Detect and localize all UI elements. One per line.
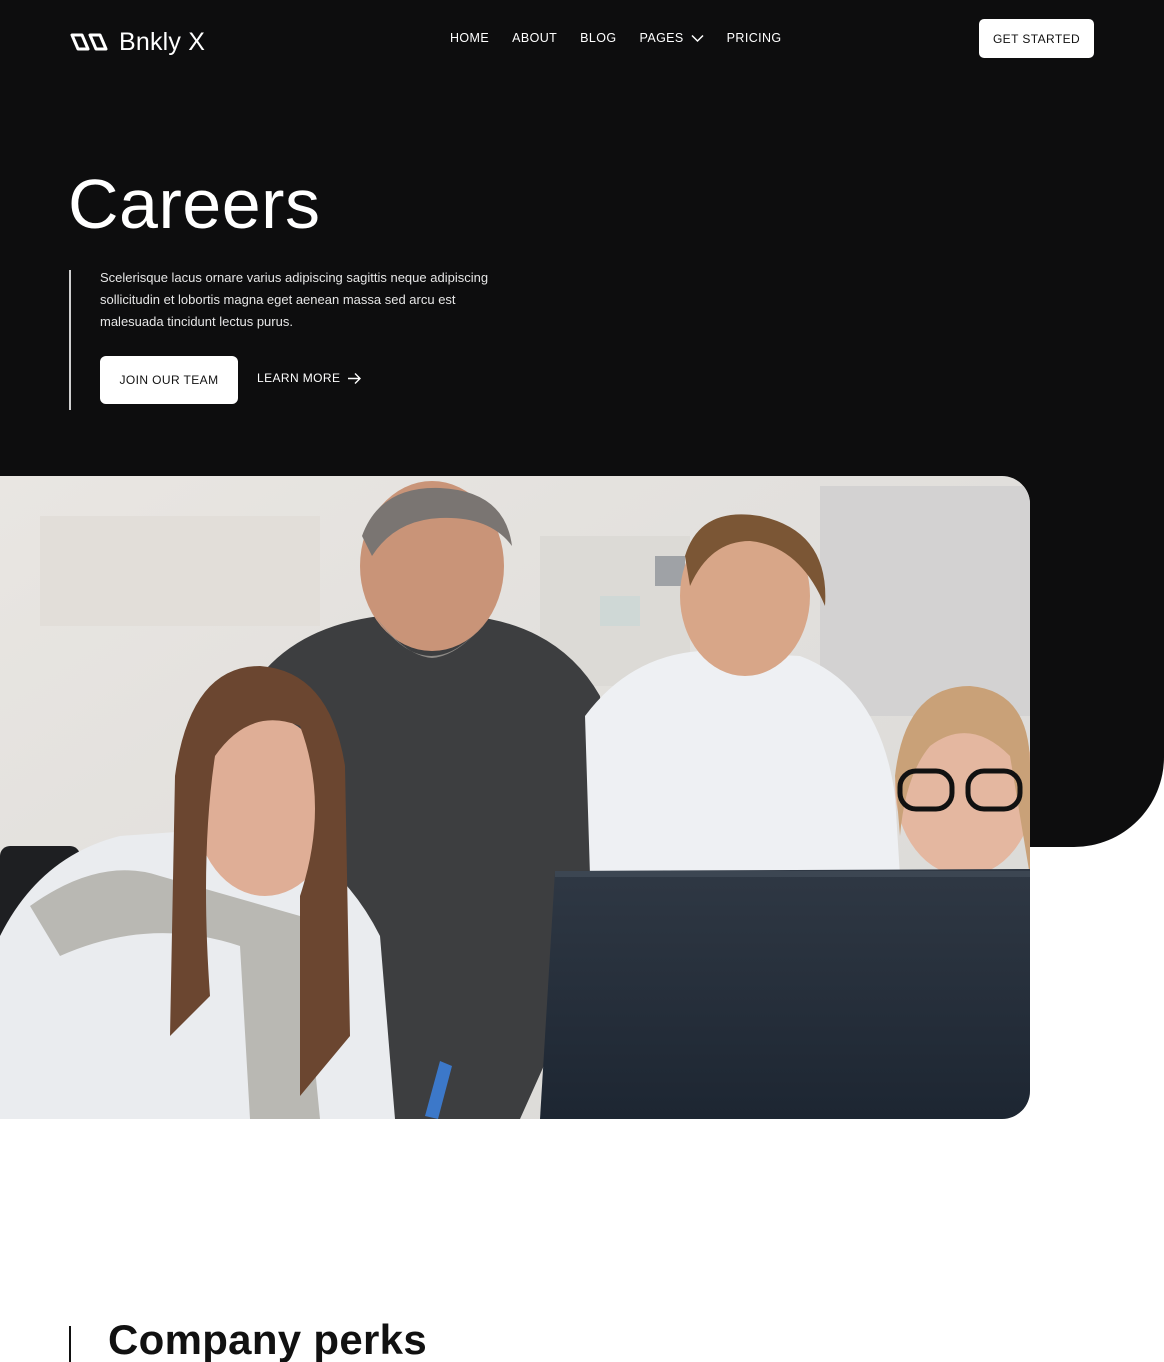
learn-more-label: LEARN MORE	[257, 371, 341, 385]
brand-name: Bnkly X	[119, 27, 206, 56]
join-our-team-button[interactable]: JOIN OUR TEAM	[100, 356, 238, 404]
team-photo	[0, 476, 1030, 1119]
nav-pricing[interactable]: PRICING	[727, 31, 782, 45]
arrow-right-icon	[348, 372, 362, 384]
nav-about[interactable]: ABOUT	[512, 31, 557, 45]
hero-description: Scelerisque lacus ornare varius adipisci…	[100, 270, 489, 329]
hero-accent-line	[69, 270, 71, 410]
team-photo-illustration	[0, 476, 1030, 1119]
perks-heading: Company perks	[108, 1316, 428, 1362]
nav-blog[interactable]: BLOG	[580, 31, 616, 45]
nav-pages-dropdown[interactable]: PAGES	[640, 31, 704, 45]
perks-accent-line	[69, 1326, 71, 1362]
brand-logo[interactable]: Bnkly X	[69, 27, 205, 57]
logo-icon	[70, 33, 108, 51]
nav-home[interactable]: HOME	[450, 31, 489, 45]
chevron-down-icon	[691, 34, 704, 42]
main-nav: HOME ABOUT BLOG PAGES PRICING	[450, 31, 805, 45]
nav-pages-label: PAGES	[639, 31, 684, 45]
get-started-button[interactable]: GET STARTED	[979, 19, 1094, 58]
learn-more-link[interactable]: LEARN MORE	[257, 371, 362, 385]
page-title: Careers	[68, 165, 321, 243]
